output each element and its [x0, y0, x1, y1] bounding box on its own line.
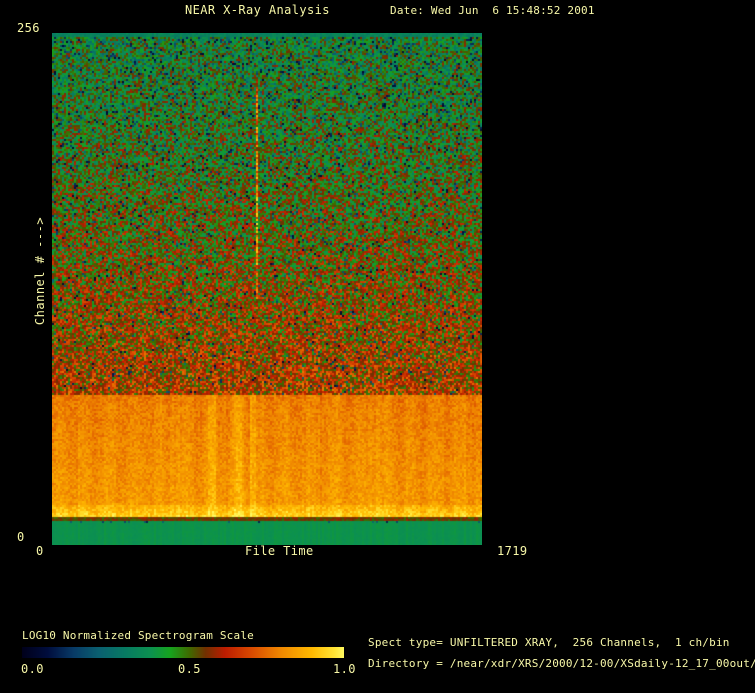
directory-info: Directory = /near/xdr/XRS/2000/12-00/XSd… — [368, 658, 755, 670]
xray-analysis-window: NEAR X-Ray Analysis Date: Wed Jun 6 15:4… — [0, 0, 755, 693]
spect-type-info: Spect type= UNFILTERED XRAY, 256 Channel… — [368, 637, 730, 649]
y-axis-min-label: 0 — [17, 531, 25, 544]
date-label: Date: Wed Jun 6 15:48:52 2001 — [390, 5, 595, 17]
page-title: NEAR X-Ray Analysis — [185, 4, 330, 17]
y-axis-max-label: 256 — [17, 22, 40, 35]
x-axis-min-label: 0 — [36, 545, 44, 558]
colorbar-tick-0: 0.0 — [21, 663, 44, 676]
x-axis-max-label: 1719 — [497, 545, 528, 558]
x-axis-title: File Time — [245, 545, 314, 558]
colorbar-title: LOG10 Normalized Spectrogram Scale — [22, 630, 254, 642]
colorbar-gradient — [22, 647, 344, 658]
spectrogram-heatmap — [52, 33, 482, 545]
colorbar-tick-1: 1.0 — [333, 663, 356, 676]
y-axis-title: Channel # ---> — [33, 191, 47, 351]
colorbar-tick-05: 0.5 — [178, 663, 201, 676]
